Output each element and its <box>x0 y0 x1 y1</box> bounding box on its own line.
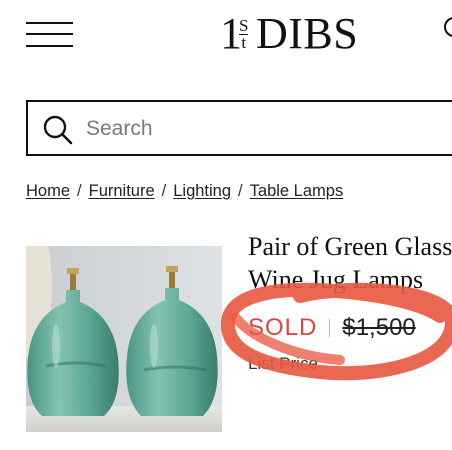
list-price-value: $1,500 <box>342 314 416 341</box>
product-image[interactable] <box>26 246 222 432</box>
logo-ordinal-bottom: t <box>241 33 247 52</box>
bag-icon[interactable] <box>441 16 452 42</box>
menu-bar <box>26 33 73 35</box>
menu-bar <box>26 22 73 24</box>
breadcrumb-table-lamps[interactable]: Table Lamps <box>250 182 344 200</box>
breadcrumb-separator: / <box>77 182 82 200</box>
search-icon[interactable] <box>42 114 74 146</box>
logo-brand: DIBS <box>256 9 359 58</box>
logo-ordinal: S t <box>239 17 249 52</box>
site-logo[interactable]: 1 S t DIBS <box>220 10 360 58</box>
product-photo <box>26 246 222 432</box>
search-input[interactable] <box>86 116 386 142</box>
product-title-line: Wine Jug Lamps <box>248 265 424 294</box>
breadcrumb-separator: / <box>161 182 167 200</box>
list-price-label: List Price <box>248 354 318 373</box>
menu-icon[interactable] <box>26 22 73 48</box>
search-bar[interactable] <box>26 100 452 156</box>
sold-badge: SOLD <box>248 314 318 341</box>
breadcrumb-lighting[interactable]: Lighting <box>173 182 231 200</box>
menu-bar <box>26 45 73 47</box>
product-title-line: Pair of Green Glass <box>248 232 452 261</box>
breadcrumb-furniture[interactable]: Furniture <box>89 182 155 200</box>
product-title: Pair of Green Glass Wine Jug Lamps <box>248 230 452 296</box>
price-row: SOLD $1,500 <box>248 314 416 342</box>
breadcrumb-home[interactable]: Home <box>26 182 70 200</box>
breadcrumb-separator: / <box>238 182 243 200</box>
price-divider <box>329 319 331 337</box>
breadcrumb: Home / Furniture / Lighting / Table Lamps <box>26 182 343 201</box>
